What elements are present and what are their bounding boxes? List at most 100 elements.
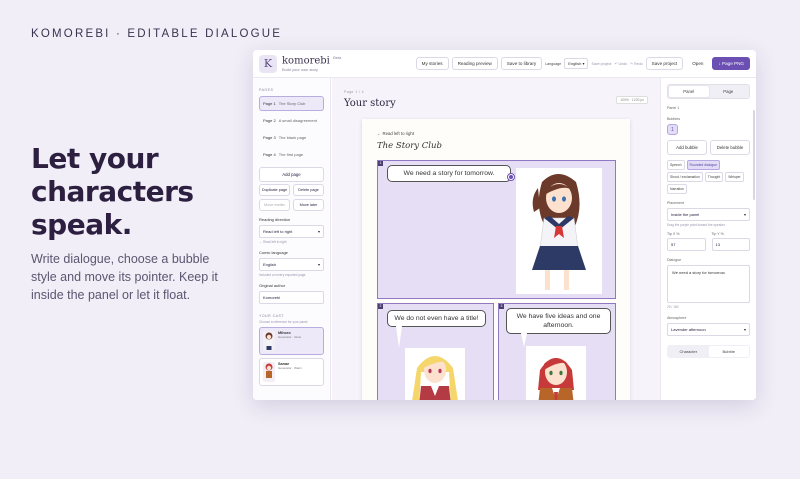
dialogue-textarea[interactable]: We need a story for tomorrow. <box>667 265 750 303</box>
style-whisper[interactable]: Whisper <box>725 172 744 182</box>
atmosphere-label: Atmosphere <box>667 316 687 320</box>
comic-panel-1[interactable]: 1 We need a story for tomorrow. <box>377 160 616 299</box>
comic-language-select[interactable]: English ▾ <box>259 258 324 271</box>
tipy-input[interactable]: 13 <box>711 238 750 251</box>
speech-bubble[interactable]: We do not even have a title! <box>387 310 486 327</box>
cast-desc: Generator · Glow <box>278 335 302 339</box>
atmosphere-select[interactable]: Lavender afternoon ▾ <box>667 323 750 336</box>
language-value: English <box>568 61 582 66</box>
style-thought[interactable]: Thought <box>704 172 724 182</box>
undo-icon: ↶ <box>614 61 618 66</box>
hero-title: Let your characters speak. <box>31 142 194 241</box>
style-rounded[interactable]: Rounded dialogue <box>686 160 721 170</box>
style-shout[interactable]: Shout / exclamation <box>667 172 703 182</box>
pages-label: PAGES <box>259 88 274 92</box>
avatar <box>263 362 275 382</box>
scrollbar[interactable] <box>753 110 755 200</box>
speech-bubble[interactable]: We have five ideas and one afternoon. <box>506 308 611 334</box>
reading-direction-label: Reading direction <box>259 217 291 222</box>
cast-desc: Generator · Warm <box>278 366 303 370</box>
page-title: The first page <box>278 152 304 157</box>
tipx-input[interactable]: 57 <box>667 238 706 251</box>
duplicate-page-button[interactable]: Duplicate page <box>259 184 290 196</box>
author-value: Komorebi <box>263 295 281 300</box>
zoom-readout: 100% · 1200 px <box>616 96 648 104</box>
reading-direction-select[interactable]: Read left to right ▾ <box>259 225 324 238</box>
panel-number: 1 <box>378 161 383 166</box>
add-bubble-button[interactable]: Add bubble <box>667 140 707 155</box>
page-indicator: Page 1 / 4 <box>344 90 364 94</box>
delete-bubble-button[interactable]: Delete bubble <box>710 140 750 155</box>
comic-panel-3[interactable]: 3 We have five ideas and one afternoon. <box>498 303 616 400</box>
hero: Let your characters speak. Write dialogu… <box>31 142 236 304</box>
tab-panel[interactable]: Panel <box>669 86 709 97</box>
speech-bubble[interactable]: We need a story for tomorrow. <box>387 165 511 182</box>
reading-direction: ← Read left to right <box>377 131 415 136</box>
delete-page-button[interactable]: Delete page <box>293 184 324 196</box>
add-page-button[interactable]: Add page <box>259 167 324 182</box>
chevron-down-icon: ▾ <box>743 327 746 332</box>
brand: komorebi Beta Build your own story <box>282 53 341 74</box>
character-sanae <box>405 348 465 400</box>
language-select[interactable]: English ▾ <box>564 58 589 69</box>
reading-direction-value: Read left to right <box>263 229 293 234</box>
page-title: The blank page <box>278 135 307 140</box>
page-item[interactable]: Page 2A small disagreement <box>259 113 324 128</box>
page-item[interactable]: Page 1 The Story Club <box>259 96 324 111</box>
chevron-down-icon: ▾ <box>743 212 746 217</box>
comic-page: ← Read left to right The Story Club 1 We… <box>362 119 630 400</box>
tab-character[interactable]: Character <box>668 346 709 357</box>
tipx-label: Tip X % <box>667 232 680 236</box>
page-item[interactable]: Page 4 The first page <box>259 147 324 162</box>
save-project-button[interactable]: Save project <box>645 57 684 70</box>
style-speech[interactable]: Speech <box>667 160 685 170</box>
redo-button[interactable]: ↷ Redo <box>630 62 643 66</box>
move-earlier-button[interactable]: Move earlier <box>259 199 290 211</box>
bubble-tail <box>396 326 402 348</box>
open-button[interactable]: Open <box>686 57 710 70</box>
page-item[interactable]: Page 3 The blank page <box>259 130 324 145</box>
dialogue-label: Dialogue <box>667 258 682 262</box>
move-later-button[interactable]: Move later <box>293 199 324 211</box>
save-library-button[interactable]: Save to library <box>500 57 543 70</box>
bubble-chip[interactable]: 1 <box>667 124 678 135</box>
reading-direction-note: ← Read left to right <box>259 240 287 244</box>
cast-item[interactable]: Sanae Generator · Warm <box>259 358 324 386</box>
character-mihoro <box>516 168 602 294</box>
export-png-button[interactable]: ↓ Page PNG <box>712 57 750 70</box>
tagline: Build your own story <box>282 67 319 73</box>
undo-button[interactable]: ↶ Undo <box>614 62 627 66</box>
chevron-down-icon: ▾ <box>317 229 320 234</box>
bubble-pointer-handle[interactable] <box>507 173 515 181</box>
tab-bubble[interactable]: Bubble <box>708 346 749 357</box>
my-stories-button[interactable]: My stories <box>415 57 449 70</box>
hero-body: Write dialogue, choose a bubble style an… <box>31 252 218 302</box>
eyebrow: KOMOREBI · EDITABLE DIALOGUE <box>31 28 283 40</box>
comic-panel-2[interactable]: 2 We do not even have a title! <box>377 303 494 400</box>
redo-label: Redo <box>634 61 643 66</box>
author-input[interactable]: Komorebi <box>259 291 324 304</box>
style-narration[interactable]: Narration <box>667 184 687 194</box>
save-project-muted: Save project <box>591 61 612 66</box>
placement-select[interactable]: Inside the panel ▾ <box>667 208 750 221</box>
story-heading: Your story <box>344 98 396 109</box>
comic-language-note: Included on every exported page. <box>259 273 307 277</box>
chevron-down-icon: ▾ <box>317 262 320 267</box>
page-num: Page 4 <box>263 152 276 157</box>
chevron-down-icon: ▾ <box>582 61 585 66</box>
cast-note: Choose a reference for your panel. <box>259 320 309 324</box>
app-window: K komorebi Beta Build your own story My … <box>253 50 756 400</box>
reading-preview-button[interactable]: Reading preview <box>451 57 498 70</box>
beta-badge: Beta <box>333 54 342 60</box>
cast-label: YOUR CAST <box>259 314 284 318</box>
avatar <box>263 331 275 351</box>
cast-item[interactable]: Mihoro Generator · Glow <box>259 327 324 355</box>
redo-icon: ↷ <box>630 61 634 66</box>
tab-page[interactable]: Page <box>709 86 749 97</box>
logo: K <box>259 54 277 73</box>
panel-label: Panel 1 <box>667 106 680 110</box>
left-sidebar: PAGES Page 1 The Story Club Page 2A small… <box>253 78 331 400</box>
dialogue-count: 29 / 180 <box>667 305 679 309</box>
character-bubble-tabs: Character Bubble <box>667 345 750 358</box>
character-red <box>526 346 586 400</box>
